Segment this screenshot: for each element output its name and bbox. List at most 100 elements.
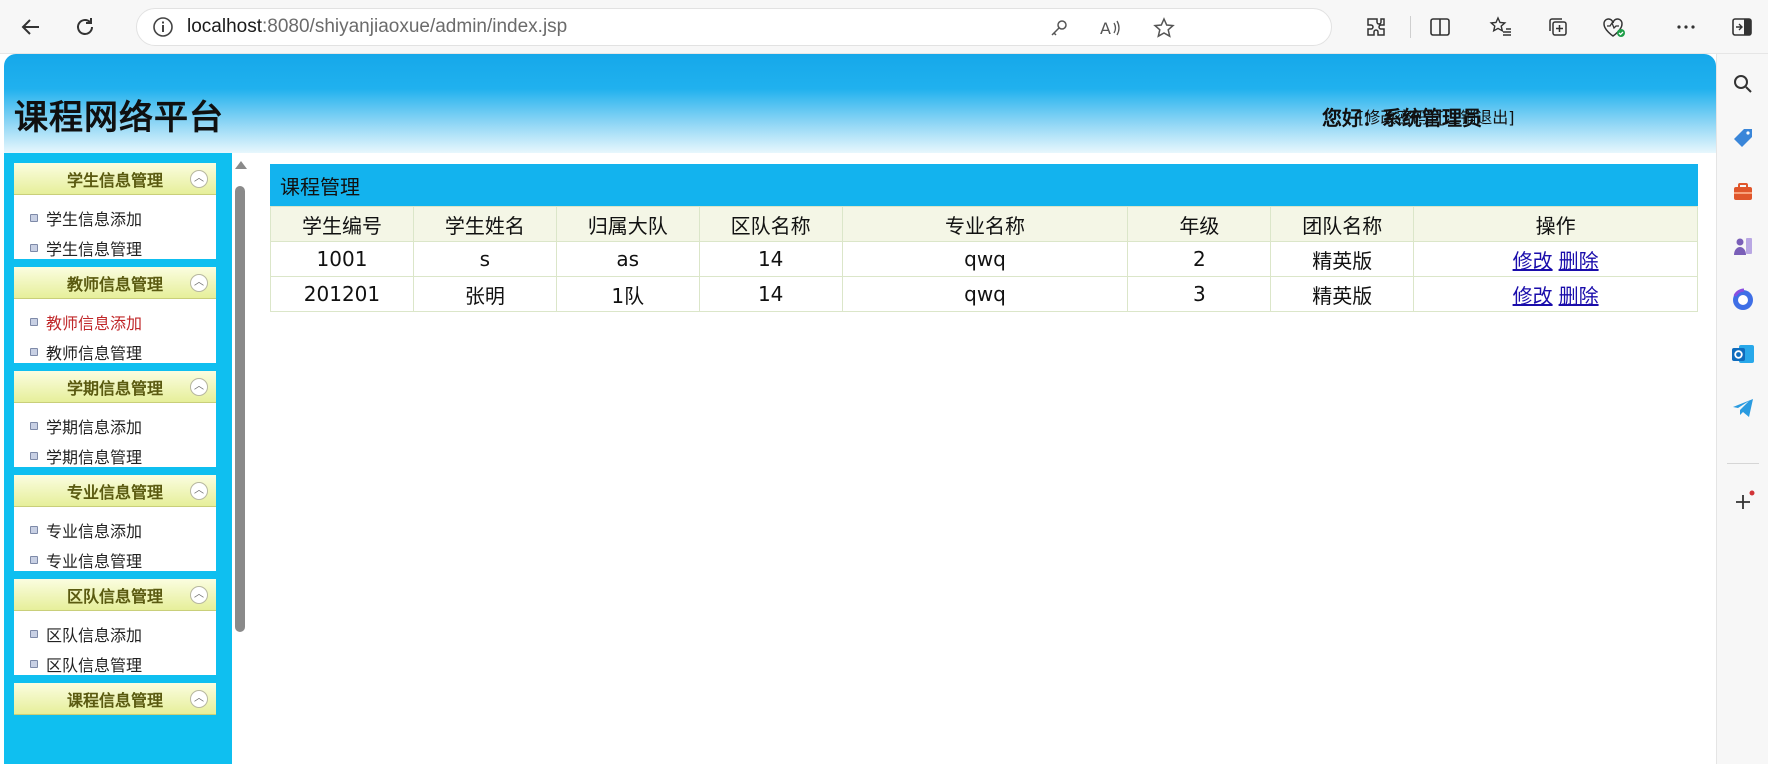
edit-link[interactable]: 修改: [1513, 284, 1553, 308]
menu-item-label: 专业信息添加: [46, 522, 143, 541]
shopping-tag-icon[interactable]: [1727, 122, 1759, 154]
table-cell: 精英版: [1270, 241, 1415, 277]
table-row: 201201 张明 1队 14 qwq 3 精英版 修改 删除: [270, 276, 1698, 312]
menu-item-semester-add[interactable]: 学期信息添加: [30, 411, 216, 441]
key-icon[interactable]: [1040, 9, 1078, 47]
menu-item-semester-manage[interactable]: 学期信息管理: [30, 441, 216, 471]
menu-item-label: 学生信息管理: [46, 240, 143, 259]
read-aloud-icon[interactable]: A: [1092, 9, 1130, 47]
browser-sidebar: [1716, 54, 1768, 764]
scroll-thumb[interactable]: [235, 186, 245, 632]
menu-item-teacher-add[interactable]: 教师信息添加: [30, 307, 216, 337]
web-page: 课程网络平台 您好：系统管理员 [修改密码] [注销退出] 学生信息管理 ︿ 学…: [0, 54, 1716, 764]
more-options-icon[interactable]: [1668, 10, 1704, 44]
change-password-link[interactable]: [修改密码]: [1358, 104, 1435, 128]
info-icon[interactable]: [145, 9, 181, 45]
scroll-up-arrow-icon[interactable]: [235, 161, 247, 169]
address-bar[interactable]: localhost:8080/shiyanjiaoxue/admin/index…: [136, 8, 1332, 46]
menu-group-header[interactable]: 区队信息管理 ︿: [14, 579, 216, 611]
split-screen-icon[interactable]: [1422, 10, 1458, 44]
menu-group-header[interactable]: 专业信息管理 ︿: [14, 475, 216, 507]
table-cell: 精英版: [1270, 276, 1415, 312]
column-header: 年级: [1127, 206, 1272, 242]
menu-group-title: 学期信息管理: [66, 378, 163, 398]
column-header: 专业名称: [841, 206, 1129, 242]
menu-group-header[interactable]: 教师信息管理 ︿: [14, 267, 216, 299]
edit-link[interactable]: 修改: [1513, 249, 1553, 273]
site-logo: 课程网络平台: [14, 98, 224, 138]
menu-group-title: 课程信息管理: [66, 690, 163, 710]
menu-group-title: 区队信息管理: [66, 586, 163, 606]
back-arrow-icon[interactable]: [14, 10, 48, 44]
menu-group-header[interactable]: 课程信息管理 ︿: [14, 683, 216, 715]
bullet-icon: [30, 422, 38, 430]
column-header: 归属大队: [555, 206, 700, 242]
menu-item-major-manage[interactable]: 专业信息管理: [30, 545, 216, 575]
menu-group-title: 学生信息管理: [66, 170, 163, 190]
browser-essentials-icon[interactable]: [1596, 10, 1632, 44]
table-cell: 张明: [412, 276, 557, 312]
games-icon[interactable]: [1727, 230, 1759, 262]
menu-group-header[interactable]: 学生信息管理 ︿: [14, 163, 216, 195]
delete-link[interactable]: 删除: [1559, 249, 1599, 273]
menu-group-major: 专业信息管理 ︿ 专业信息添加 专业信息管理: [12, 473, 218, 573]
outlook-icon[interactable]: [1727, 338, 1759, 370]
menu-group-header[interactable]: 学期信息管理 ︿: [14, 371, 216, 403]
column-header: 团队名称: [1270, 206, 1415, 242]
bullet-icon: [30, 452, 38, 460]
left-menu-scrollbar[interactable]: [232, 153, 248, 764]
logout-link[interactable]: [注销退出]: [1438, 104, 1515, 128]
copilot-icon[interactable]: [1727, 284, 1759, 316]
favorite-star-icon[interactable]: [1145, 9, 1183, 47]
collapse-icon[interactable]: ︿: [190, 482, 208, 500]
column-header: 操作: [1413, 206, 1698, 242]
action-cell: 修改 删除: [1413, 276, 1698, 312]
menu-item-squad-add[interactable]: 区队信息添加: [30, 619, 216, 649]
menu-group-student: 学生信息管理 ︿ 学生信息添加 学生信息管理: [12, 161, 218, 261]
collapse-icon[interactable]: ︿: [190, 690, 208, 708]
tools-briefcase-icon[interactable]: [1727, 176, 1759, 208]
url-text[interactable]: localhost:8080/shiyanjiaoxue/admin/index…: [187, 16, 567, 38]
delete-link[interactable]: 删除: [1559, 284, 1599, 308]
menu-item-teacher-manage[interactable]: 教师信息管理: [30, 337, 216, 367]
panel-title: 课程管理: [270, 164, 1698, 206]
sidebar-toggle-icon[interactable]: [1724, 10, 1760, 44]
table-cell: s: [412, 241, 557, 277]
table-cell: 3: [1127, 276, 1272, 312]
column-header: 学生姓名: [412, 206, 557, 242]
menu-group-teacher: 教师信息管理 ︿ 教师信息添加 教师信息管理: [12, 265, 218, 365]
collapse-icon[interactable]: ︿: [190, 170, 208, 188]
menu-item-label: 学生信息添加: [46, 210, 143, 229]
collapse-icon[interactable]: ︿: [190, 274, 208, 292]
collapse-icon[interactable]: ︿: [190, 378, 208, 396]
refresh-icon[interactable]: [68, 10, 102, 44]
collapse-icon[interactable]: ︿: [190, 586, 208, 604]
menu-item-label: 学期信息管理: [46, 448, 143, 467]
menu-item-student-add[interactable]: 学生信息添加: [30, 203, 216, 233]
table-cell: 14: [698, 241, 843, 277]
action-cell: 修改 删除: [1413, 241, 1698, 277]
menu-item-major-add[interactable]: 专业信息添加: [30, 515, 216, 545]
menu-item-label: 学期信息添加: [46, 418, 143, 437]
menu-group-semester: 学期信息管理 ︿ 学期信息添加 学期信息管理: [12, 369, 218, 469]
site-header: 课程网络平台 您好：系统管理员 [修改密码] [注销退出]: [4, 54, 1716, 153]
menu-item-student-manage[interactable]: 学生信息管理: [30, 233, 216, 263]
menu-item-squad-manage[interactable]: 区队信息管理: [30, 649, 216, 679]
telegram-icon[interactable]: [1727, 392, 1759, 424]
collections-icon[interactable]: [1540, 10, 1576, 44]
extensions-icon[interactable]: [1358, 10, 1394, 44]
change-password-link-text[interactable]: 修改密码: [1364, 108, 1428, 127]
table-cell: 1队: [555, 276, 700, 312]
menu-group-title: 专业信息管理: [66, 482, 163, 502]
table-row: 1001 s as 14 qwq 2 精英版 修改 删除: [270, 241, 1698, 277]
table-cell: 1001: [270, 241, 414, 277]
bullet-icon: [30, 630, 38, 638]
favorites-list-icon[interactable]: [1483, 10, 1519, 44]
search-icon[interactable]: [1727, 68, 1759, 100]
menu-item-label: 区队信息管理: [46, 656, 143, 675]
table-cell: 14: [698, 276, 843, 312]
add-icon[interactable]: [1727, 486, 1759, 518]
logout-link-text[interactable]: 注销退出: [1444, 108, 1508, 127]
browser-toolbar: localhost:8080/shiyanjiaoxue/admin/index…: [0, 0, 1768, 54]
menu-item-label: 专业信息管理: [46, 552, 143, 571]
